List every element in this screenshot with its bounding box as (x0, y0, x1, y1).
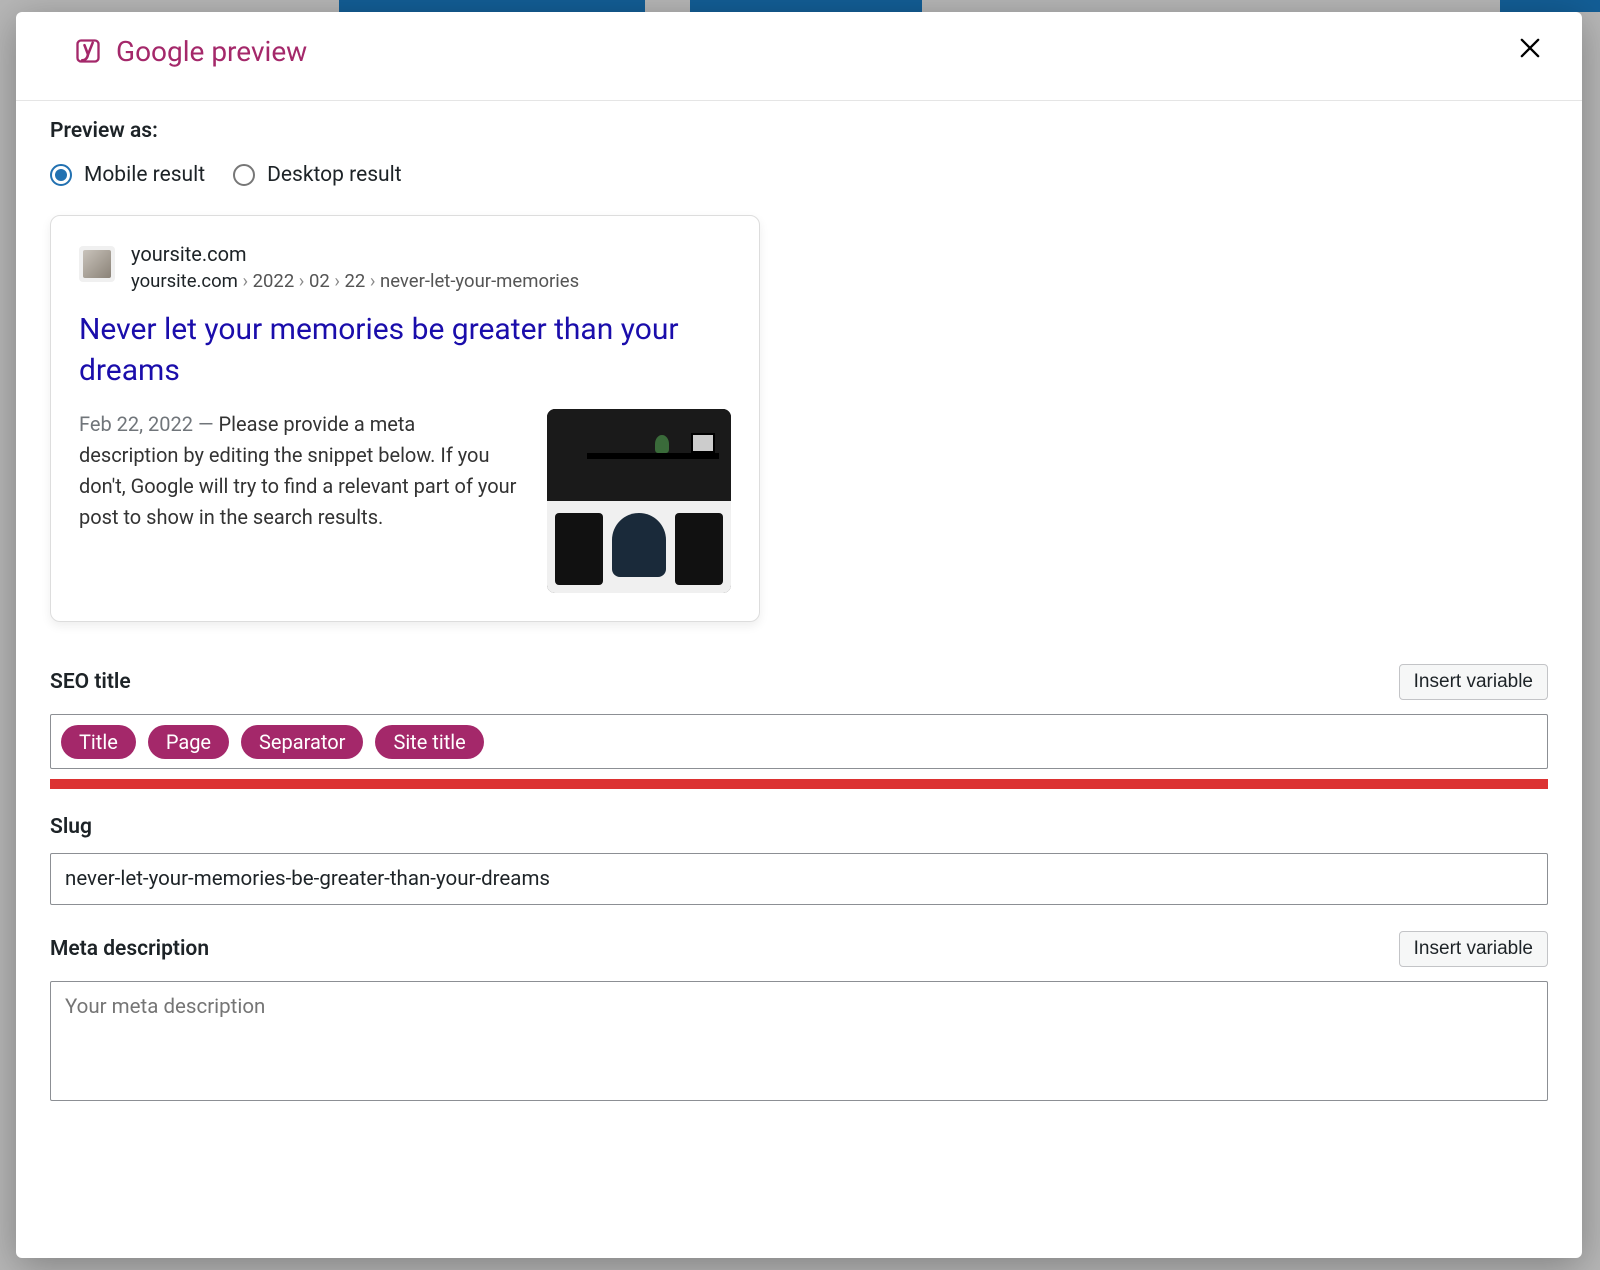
bg-header-button (339, 0, 645, 12)
breadcrumb-part: 2022 (253, 270, 295, 292)
serp-title-link[interactable]: Never let your memories be greater than … (79, 310, 731, 391)
seo-title-token[interactable]: Separator (241, 725, 363, 759)
insert-variable-button[interactable]: Insert variable (1399, 664, 1548, 700)
serp-date: Feb 22, 2022 (79, 412, 193, 436)
modal-title-wrap: Google preview (74, 35, 307, 68)
serp-description: Feb 22, 2022 — Please provide a meta des… (79, 409, 517, 593)
breadcrumb-part: 22 (344, 270, 365, 292)
seo-title-token[interactable]: Page (148, 725, 229, 759)
preview-as-radio-group: Mobile result Desktop result (50, 163, 1548, 187)
radio-icon (50, 164, 72, 186)
close-button[interactable] (1512, 30, 1548, 72)
bg-header-button (690, 0, 922, 12)
meta-description-input[interactable] (50, 981, 1548, 1101)
seo-title-token[interactable]: Site title (375, 725, 483, 759)
modal-body: Preview as: Mobile result Desktop result… (16, 101, 1582, 1258)
serp-header: yoursite.com yoursite.com › 2022 › 02 › … (79, 242, 731, 292)
insert-variable-button[interactable]: Insert variable (1399, 931, 1548, 967)
breadcrumb-root: yoursite.com (131, 270, 238, 292)
meta-description-label: Meta description (50, 937, 209, 961)
serp-breadcrumb: yoursite.com › 2022 › 02 › 22 › never-le… (131, 270, 579, 292)
serp-description-row: Feb 22, 2022 — Please provide a meta des… (79, 409, 731, 593)
slug-row: Slug (50, 815, 1548, 905)
preview-as-label: Preview as: (50, 119, 1548, 143)
slug-label: Slug (50, 815, 92, 839)
seo-title-token[interactable]: Title (61, 725, 136, 759)
seo-title-row: SEO title Insert variable Title Page Sep… (50, 664, 1548, 789)
breadcrumb-part: never-let-your-memories (380, 270, 579, 292)
radio-label: Mobile result (84, 163, 205, 187)
serp-thumbnail (547, 409, 731, 593)
meta-description-row: Meta description Insert variable (50, 931, 1548, 1105)
breadcrumb-part: 02 (309, 270, 330, 292)
yoast-icon (74, 37, 102, 65)
serp-domain: yoursite.com (131, 242, 579, 266)
seo-title-progress-bar (50, 779, 1548, 789)
seo-title-label: SEO title (50, 670, 131, 694)
preview-as-mobile-option[interactable]: Mobile result (50, 163, 205, 187)
preview-as-desktop-option[interactable]: Desktop result (233, 163, 402, 187)
radio-label: Desktop result (267, 163, 402, 187)
page-backdrop: Google preview Preview as: Mobile result… (0, 0, 1600, 1270)
modal-header: Google preview (16, 12, 1582, 101)
google-preview-modal: Google preview Preview as: Mobile result… (16, 12, 1582, 1258)
modal-title: Google preview (116, 35, 307, 68)
radio-icon (233, 164, 255, 186)
favicon-icon (79, 246, 115, 282)
bg-header-button (1500, 0, 1600, 12)
slug-input[interactable] (50, 853, 1548, 905)
serp-preview-card: yoursite.com yoursite.com › 2022 › 02 › … (50, 215, 760, 622)
seo-title-input[interactable]: Title Page Separator Site title (50, 714, 1548, 769)
